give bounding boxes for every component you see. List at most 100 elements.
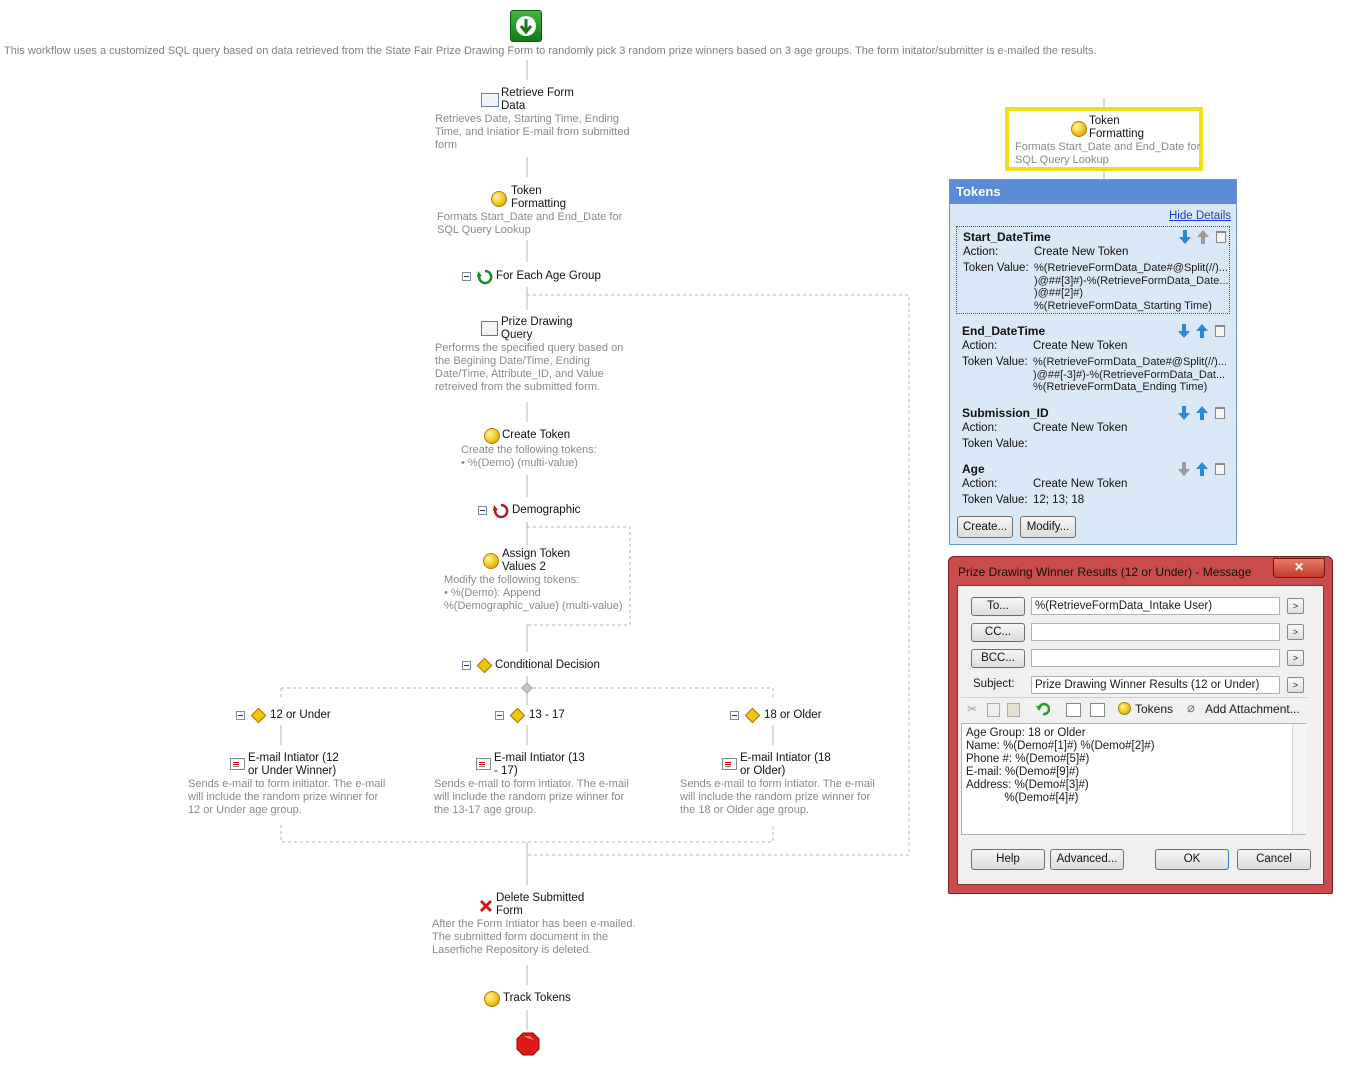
message-body[interactable]: Age Group: 18 or Older Name: %(Demo#[1]#… [961,723,1306,835]
branch-12-or-under[interactable]: 12 or Under [234,707,334,725]
action-label: Action: [962,478,998,490]
token-action: Create New Token [1034,246,1129,258]
undo-icon[interactable] [1036,702,1050,716]
subject-field[interactable]: Prize Drawing Winner Results (12 or Unde… [1031,676,1280,694]
delete-icon[interactable] [1215,325,1225,337]
bcc-insert-button[interactable]: > [1287,650,1304,666]
advanced-button[interactable]: Advanced... [1050,849,1124,870]
move-up-icon[interactable] [1196,324,1208,338]
branch-label: 18 or Older [764,709,822,721]
activity-description: Modify the following tokens: • %(Demo): A… [444,574,623,612]
demographic-activity[interactable]: Demographic [476,502,596,520]
move-down-icon[interactable] [1178,406,1190,420]
bcc-field[interactable] [1031,649,1280,667]
add-attachment-button[interactable]: Add Attachment... [1205,702,1300,716]
token-name: Age [962,462,985,476]
activity-title: Retrieve Form Data [501,87,574,112]
token-row-start-datetime[interactable]: Start_DateTime Action: Create New Token … [956,226,1230,314]
delete-icon[interactable] [1215,407,1225,419]
delete-submitted-form-activity[interactable]: Delete Submitted Form After the Form Inti… [430,892,640,962]
message-scrollbar[interactable] [1292,724,1306,834]
hide-details-link[interactable]: Hide Details [1169,210,1231,222]
selected-token-formatting-activity[interactable]: Token Formatting Formats Start_Date and E… [1005,107,1203,171]
activity-description: Sends e-mail to form intiator. The e-mai… [434,778,629,816]
subject-label: Subject: [973,678,1015,690]
for-each-age-group-activity[interactable]: For Each Age Group [460,268,620,286]
delete-icon[interactable] [1216,231,1226,243]
ok-button[interactable]: OK [1155,849,1229,870]
insert-field-icon[interactable] [1066,703,1081,717]
dialog-title: Prize Drawing Winner Results (12 or Unde… [958,565,1252,579]
cut-icon[interactable]: ✂ [967,702,979,716]
token-action: Create New Token [1033,340,1128,352]
modify-token-button[interactable]: Modify... [1020,516,1076,538]
collapse-toggle[interactable] [730,711,739,720]
insert-token-field-icon[interactable] [1090,703,1105,717]
activity-title: Delete Submitted Form [496,892,585,917]
prize-drawing-query-activity[interactable]: Prize Drawing Query Performs the specifie… [433,316,633,402]
move-down-icon[interactable] [1178,462,1190,476]
move-down-icon[interactable] [1178,324,1190,338]
cancel-button[interactable]: Cancel [1237,849,1311,870]
activity-description: Create the following tokens: • %(Demo) (m… [461,444,597,469]
collapse-toggle[interactable] [478,506,487,515]
close-button[interactable]: ✕ [1273,558,1325,578]
conditional-decision-activity[interactable]: Conditional Decision [460,657,610,675]
action-label: Action: [963,246,999,258]
arrow-down-icon [516,16,536,36]
create-token-activity[interactable]: Create Token Create the following tokens… [460,427,620,472]
track-tokens-activity[interactable]: Track Tokens [482,990,592,1008]
decision-icon [250,707,267,724]
collapse-toggle[interactable] [462,661,471,670]
email-initiator-13-activity[interactable]: E-mail Intiator (13- 17) Sends e-mail to… [432,752,632,822]
move-up-icon[interactable] [1196,406,1208,420]
cc-insert-button[interactable]: > [1287,624,1304,640]
branch-13-17[interactable]: 13 - 17 [493,707,593,725]
to-button[interactable]: To... [971,597,1025,616]
to-insert-button[interactable]: > [1287,598,1304,614]
move-up-icon[interactable] [1197,230,1209,244]
action-label: Action: [962,422,998,434]
token-value-label: Token Value: [962,356,1028,368]
token-icon [491,191,507,207]
stop-icon[interactable] [516,1032,540,1056]
activity-description: Formats Start_Date and End_Date for SQL Q… [1015,141,1201,166]
help-button[interactable]: Help [971,849,1045,870]
delete-icon[interactable] [1215,463,1225,475]
copy-icon[interactable] [987,703,1000,717]
tokens-panel-header: Tokens [950,180,1236,204]
to-field[interactable]: %(RetrieveFormData_Intake User) [1031,597,1280,615]
assign-token-values-activity[interactable]: Assign Token Values 2 Modify the followin… [443,548,633,620]
token-row-age[interactable]: Age Action: Create New Token Token Value… [956,459,1230,507]
dialog-body: To... %(RetrieveFormData_Intake User) > … [957,585,1324,885]
tokens-button[interactable]: Tokens [1135,702,1173,716]
start-icon[interactable] [510,10,542,42]
collapse-toggle[interactable] [495,711,504,720]
email-icon [476,758,491,770]
subject-insert-button[interactable]: > [1287,677,1304,693]
activity-description: Formats Start_Date and End_Date for SQL Q… [437,211,623,236]
activity-title: Prize Drawing Query [501,316,573,341]
move-down-icon[interactable] [1179,230,1191,244]
paperclip-icon[interactable]: ⌀ [1187,700,1195,716]
collapse-toggle[interactable] [462,272,471,281]
email-initiator-18-activity[interactable]: E-mail Intiator (18 or Older) Sends e-mai… [678,752,878,822]
cc-field[interactable] [1031,623,1280,641]
token-icon [484,428,500,444]
activity-title: Token Formatting [511,185,566,210]
email-initiator-12-activity[interactable]: E-mail Intiator (12 or Under Winner) Send… [186,752,386,822]
retrieve-form-data-activity[interactable]: Retrieve Form Data Retrieves Date, Starti… [433,87,633,157]
bcc-button[interactable]: BCC... [971,649,1025,668]
message-toolbar: ✂ Tokens ⌀ Add Attachment... [961,697,1307,720]
cc-button[interactable]: CC... [971,623,1025,642]
paste-icon[interactable] [1007,703,1020,717]
token-row-end-datetime[interactable]: End_DateTime Action: Create New Token To… [956,321,1230,393]
move-up-icon[interactable] [1196,462,1208,476]
collapse-toggle[interactable] [236,711,245,720]
token-row-submission-id[interactable]: Submission_ID Action: Create New Token T… [956,403,1230,451]
token-formatting-activity[interactable]: Token Formatting Formats Start_Date and E… [435,185,635,240]
workflow-description: This workflow uses a customized SQL quer… [4,45,1097,57]
tokens-icon[interactable] [1118,702,1131,715]
branch-18-or-older[interactable]: 18 or Older [728,707,828,725]
create-token-button[interactable]: Create... [957,516,1013,538]
